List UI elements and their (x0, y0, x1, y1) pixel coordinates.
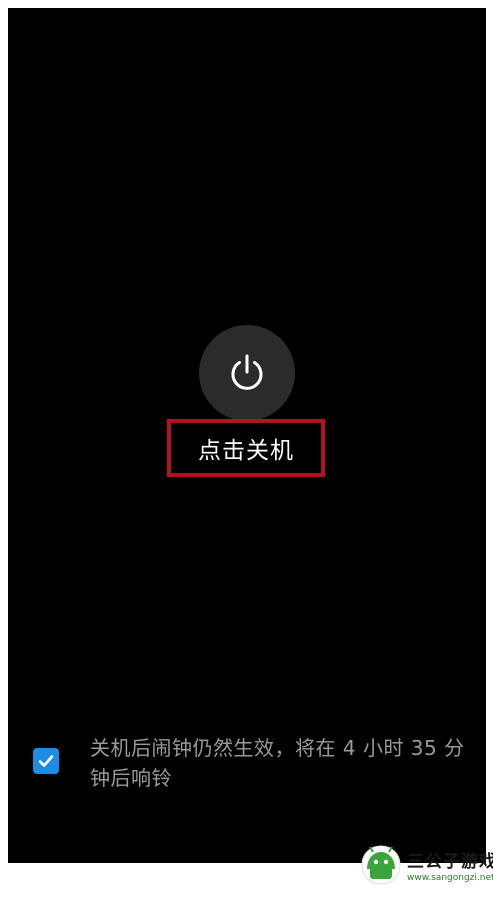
watermark-title: 三公子游戏网 (407, 852, 493, 872)
highlight-annotation-box: 点击关机 (167, 419, 325, 477)
power-off-label[interactable]: 点击关机 (198, 431, 294, 465)
alarm-note-text: 关机后闹钟仍然生效，将在 4 小时 35 分钟后响铃 (90, 736, 465, 790)
power-off-button[interactable] (199, 325, 295, 421)
power-icon (226, 352, 268, 394)
check-icon (38, 755, 54, 767)
alarm-checkbox[interactable] (33, 748, 59, 774)
site-watermark: 三公子游戏网 www.sangongzi.net (355, 836, 493, 894)
screenshot-frame: 点击关机 关机后闹钟仍然生效，将在 4 小时 35 分钟后响铃 三公子游戏网 w… (0, 0, 493, 897)
watermark-url: www.sangongzi.net (407, 873, 493, 883)
power-off-screen: 点击关机 关机后闹钟仍然生效，将在 4 小时 35 分钟后响铃 (8, 8, 486, 863)
watermark-logo-icon (359, 843, 403, 887)
